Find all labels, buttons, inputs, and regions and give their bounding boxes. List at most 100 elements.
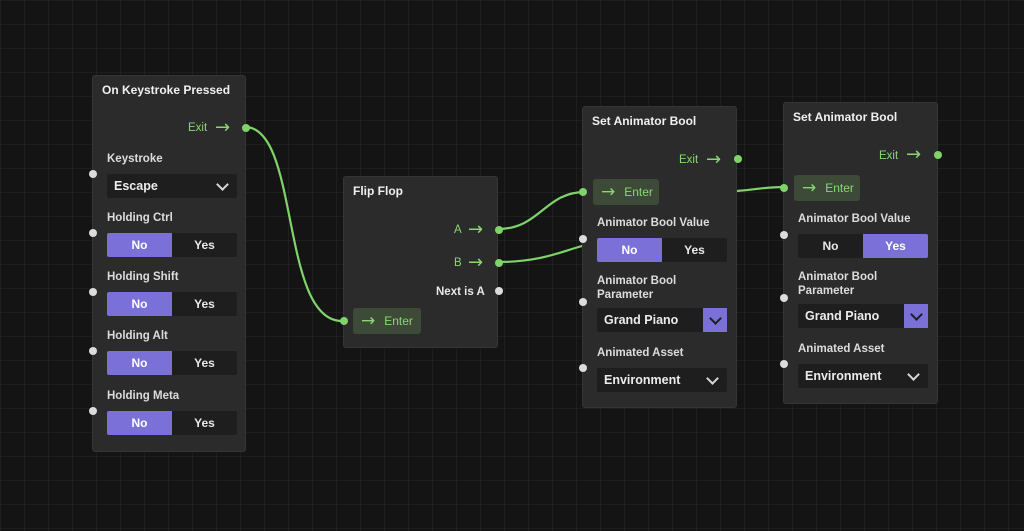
animator-bool-parameter-input-pin[interactable] bbox=[780, 294, 788, 302]
holding-alt-input-pin[interactable] bbox=[89, 347, 97, 355]
node-title: On Keystroke Pressed bbox=[102, 83, 231, 97]
chevron-down-icon bbox=[706, 371, 719, 385]
animated-asset-label: Animated Asset bbox=[798, 343, 885, 355]
animated-asset-dropdown[interactable]: Environment bbox=[597, 368, 727, 392]
enter-label: Enter bbox=[624, 185, 653, 199]
animator-bool-parameter-input-pin[interactable] bbox=[579, 298, 587, 306]
keystroke-input-pin[interactable] bbox=[89, 170, 97, 178]
node-title: Flip Flop bbox=[353, 184, 403, 198]
animator-bool-value-label: Animator Bool Value bbox=[597, 217, 710, 229]
animator-bool-value-input-pin[interactable] bbox=[780, 231, 788, 239]
animator-bool-value-toggle[interactable]: No Yes bbox=[798, 234, 928, 258]
holding-shift-label: Holding Shift bbox=[107, 271, 179, 283]
node-title: Set Animator Bool bbox=[793, 110, 898, 124]
enter-arrow-icon: → bbox=[802, 178, 817, 198]
enter-input-pin[interactable] bbox=[340, 317, 348, 325]
exit-label: Exit bbox=[679, 154, 699, 166]
wire-exit-to-flipflop-enter bbox=[243, 125, 344, 323]
exit-output-pin[interactable] bbox=[242, 124, 250, 132]
dropdown-chevron-button[interactable] bbox=[703, 308, 727, 332]
holding-meta-input-pin[interactable] bbox=[89, 407, 97, 415]
animated-asset-value: Environment bbox=[805, 369, 882, 383]
holding-alt-no-option[interactable]: No bbox=[107, 351, 172, 375]
b-arrow-icon: → bbox=[468, 252, 484, 273]
holding-meta-yes-option[interactable]: Yes bbox=[172, 411, 237, 435]
enter-input-pin[interactable] bbox=[579, 188, 587, 196]
holding-shift-yes-option[interactable]: Yes bbox=[172, 292, 237, 316]
enter-label: Enter bbox=[384, 314, 413, 328]
exit-arrow-icon: → bbox=[706, 149, 722, 170]
keystroke-dropdown[interactable]: Escape bbox=[107, 174, 237, 198]
exit-arrow-icon: → bbox=[906, 144, 922, 165]
b-output-pin[interactable] bbox=[495, 259, 503, 267]
animator-bool-parameter-dropdown[interactable]: Grand Piano bbox=[798, 304, 928, 328]
exit-arrow-icon: → bbox=[215, 117, 231, 138]
keystroke-label: Keystroke bbox=[107, 153, 163, 165]
holding-ctrl-toggle[interactable]: No Yes bbox=[107, 233, 237, 257]
holding-shift-no-option[interactable]: No bbox=[107, 292, 172, 316]
enter-arrow-icon: → bbox=[601, 182, 616, 202]
animated-asset-label: Animated Asset bbox=[597, 347, 684, 359]
a-output-pin[interactable] bbox=[495, 226, 503, 234]
exit-label: Exit bbox=[188, 122, 208, 134]
animated-asset-value: Environment bbox=[604, 373, 681, 387]
holding-shift-input-pin[interactable] bbox=[89, 288, 97, 296]
animator-bool-parameter-label-line1: Animator Bool bbox=[798, 271, 878, 283]
chevron-down-icon bbox=[216, 177, 229, 191]
holding-meta-no-option[interactable]: No bbox=[107, 411, 172, 435]
node-title: Set Animator Bool bbox=[592, 114, 697, 128]
animator-bool-parameter-label-line2: Parameter bbox=[597, 289, 654, 301]
animator-bool-parameter-dropdown[interactable]: Grand Piano bbox=[597, 308, 727, 332]
holding-alt-yes-option[interactable]: Yes bbox=[172, 351, 237, 375]
holding-meta-toggle[interactable]: No Yes bbox=[107, 411, 237, 435]
animated-asset-dropdown[interactable]: Environment bbox=[798, 364, 928, 388]
enter-arrow-icon: → bbox=[361, 311, 376, 331]
next-is-a-output-pin[interactable] bbox=[495, 287, 503, 295]
animated-asset-input-pin[interactable] bbox=[780, 360, 788, 368]
enter-button[interactable]: → Enter bbox=[353, 308, 421, 334]
holding-ctrl-label: Holding Ctrl bbox=[107, 212, 173, 224]
chevron-down-icon bbox=[909, 307, 923, 321]
flip-flop-node[interactable]: Flip Flop A → B → Next is A → Enter bbox=[340, 176, 503, 348]
holding-ctrl-yes-option[interactable]: Yes bbox=[172, 233, 237, 257]
animator-bool-no-option[interactable]: No bbox=[597, 238, 662, 262]
animator-bool-yes-option[interactable]: Yes bbox=[863, 234, 928, 258]
animated-asset-input-pin[interactable] bbox=[579, 364, 587, 372]
holding-meta-label: Holding Meta bbox=[107, 390, 180, 402]
enter-button[interactable]: → Enter bbox=[794, 175, 860, 201]
holding-alt-toggle[interactable]: No Yes bbox=[107, 351, 237, 375]
b-output-label: B bbox=[454, 257, 462, 269]
holding-shift-toggle[interactable]: No Yes bbox=[107, 292, 237, 316]
animator-bool-parameter-value: Grand Piano bbox=[604, 313, 679, 327]
on-keystroke-pressed-node[interactable]: On Keystroke Pressed Exit → Keystroke Es… bbox=[89, 75, 250, 452]
exit-output-pin[interactable] bbox=[734, 155, 742, 163]
keystroke-dropdown-value: Escape bbox=[114, 179, 158, 193]
chevron-down-icon bbox=[708, 311, 722, 325]
set-animator-bool-node-1[interactable]: Set Animator Bool Exit → → Enter Animato… bbox=[579, 106, 742, 408]
a-arrow-icon: → bbox=[468, 219, 484, 240]
enter-button[interactable]: → Enter bbox=[593, 179, 659, 205]
animator-bool-yes-option[interactable]: Yes bbox=[662, 238, 727, 262]
animator-bool-value-toggle[interactable]: No Yes bbox=[597, 238, 727, 262]
set-animator-bool-node-2[interactable]: Set Animator Bool Exit → → Enter Animato… bbox=[780, 102, 942, 404]
enter-input-pin[interactable] bbox=[780, 184, 788, 192]
holding-ctrl-no-option[interactable]: No bbox=[107, 233, 172, 257]
chevron-down-icon bbox=[907, 367, 920, 381]
dropdown-chevron-button[interactable] bbox=[904, 304, 928, 328]
exit-output-pin[interactable] bbox=[934, 151, 942, 159]
animator-bool-no-option[interactable]: No bbox=[798, 234, 863, 258]
exit-label: Exit bbox=[879, 150, 899, 162]
animator-bool-parameter-label-line2: Parameter bbox=[798, 285, 855, 297]
wire-animator1-exit-to-animator2-enter bbox=[735, 185, 787, 193]
animator-bool-value-input-pin[interactable] bbox=[579, 235, 587, 243]
animator-bool-parameter-label-line1: Animator Bool bbox=[597, 275, 677, 287]
wire-b-to-animator1-param bbox=[496, 244, 584, 264]
animator-bool-parameter-value: Grand Piano bbox=[805, 309, 880, 323]
enter-label: Enter bbox=[825, 181, 854, 195]
holding-ctrl-input-pin[interactable] bbox=[89, 229, 97, 237]
next-is-a-label: Next is A bbox=[436, 286, 485, 298]
holding-alt-label: Holding Alt bbox=[107, 330, 168, 342]
a-output-label: A bbox=[454, 224, 462, 236]
wire-a-to-animator1-enter bbox=[496, 190, 587, 231]
animator-bool-value-label: Animator Bool Value bbox=[798, 213, 911, 225]
